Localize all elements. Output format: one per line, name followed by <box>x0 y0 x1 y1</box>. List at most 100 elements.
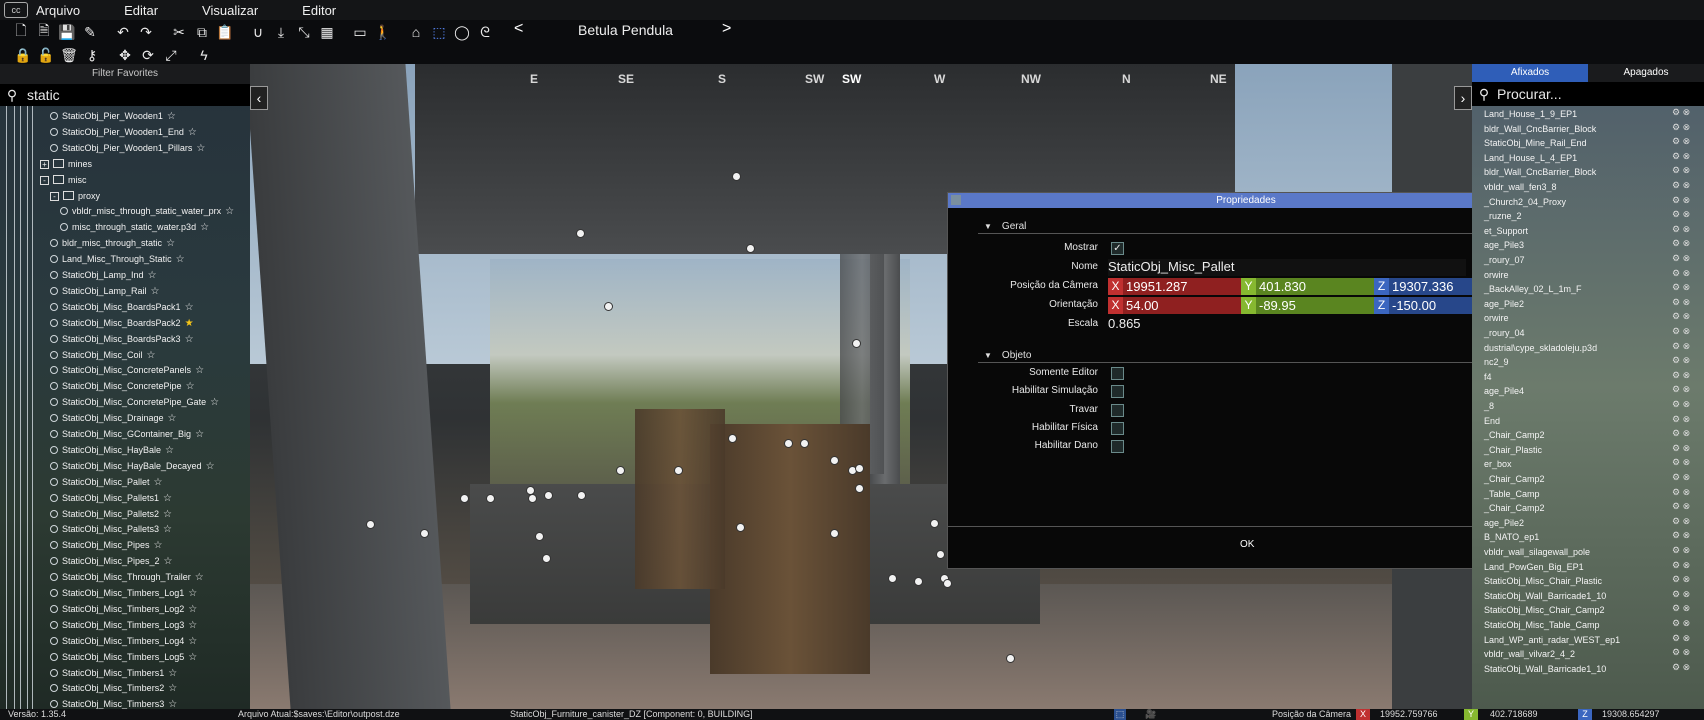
star-icon[interactable]: ☆ <box>163 524 172 535</box>
tree-item[interactable]: StaticObj_Misc_Pallets2 ☆ <box>50 506 172 522</box>
star-icon[interactable]: ☆ <box>168 699 177 709</box>
item-actions-icon[interactable]: ⚙ ⊗ <box>1672 151 1690 166</box>
key-icon[interactable]: ⚷ <box>81 44 103 66</box>
item-actions-icon[interactable]: ⚙ ⊗ <box>1672 428 1690 443</box>
tree-item[interactable]: bldr_misc_through_static ☆ <box>50 235 175 251</box>
item-actions-icon[interactable]: ⚙ ⊗ <box>1672 195 1690 210</box>
star-icon[interactable]: ☆ <box>195 572 204 583</box>
star-icon[interactable]: ☆ <box>188 127 197 138</box>
item-actions-icon[interactable]: ⚙ ⊗ <box>1672 487 1690 502</box>
star-icon[interactable]: ☆ <box>168 668 177 679</box>
item-actions-icon[interactable]: ⚙ ⊗ <box>1672 224 1690 239</box>
object-marker[interactable] <box>830 456 839 465</box>
expand-icon[interactable]: + <box>40 159 49 169</box>
pinned-item[interactable]: et_Support <box>1484 224 1528 239</box>
tree-item[interactable]: StaticObj_Misc_GContainer_Big ☆ <box>50 426 204 442</box>
tree-item[interactable]: StaticObj_Lamp_Ind ☆ <box>50 267 157 283</box>
magnet-icon[interactable]: ∪ <box>247 21 269 43</box>
object-marker[interactable] <box>616 466 625 475</box>
pinned-item[interactable]: _Chair_Camp2 <box>1484 428 1545 443</box>
home-icon[interactable]: ⌂ <box>405 21 427 43</box>
object-marker[interactable] <box>604 302 613 311</box>
tree-item[interactable]: StaticObj_Misc_Through_Trailer ☆ <box>50 569 204 585</box>
item-actions-icon[interactable]: ⚙ ⊗ <box>1672 165 1690 180</box>
object-marker[interactable] <box>577 491 586 500</box>
pinned-item[interactable]: _Church2_04_Proxy <box>1484 195 1566 210</box>
tree-item[interactable]: - proxy <box>50 188 100 204</box>
star-icon[interactable]: ☆ <box>147 350 156 361</box>
habilitar-fisica-checkbox[interactable] <box>1111 422 1124 435</box>
pinned-item[interactable]: age_Pile2 <box>1484 297 1524 312</box>
section-geral[interactable]: ▼ Geral <box>984 221 1026 232</box>
pos-x-input[interactable]: 19951.287 <box>1123 278 1187 295</box>
item-actions-icon[interactable]: ⚙ ⊗ <box>1672 238 1690 253</box>
tree-item[interactable]: StaticObj_Misc_Timbers_Log1 ☆ <box>50 585 197 601</box>
tree-item[interactable]: - misc <box>40 172 87 188</box>
tree-item[interactable]: StaticObj_Misc_Pipes_2 ☆ <box>50 553 173 569</box>
pinned-item[interactable]: vbldr_wall_vilvar2_4_2 <box>1484 647 1575 662</box>
menu-editor[interactable]: Editor <box>302 3 336 18</box>
pinned-item[interactable]: _Chair_Plastic <box>1484 443 1542 458</box>
box-select-icon[interactable]: ⬚ <box>1114 709 1126 720</box>
object-marker[interactable] <box>936 550 945 559</box>
collapse-icon[interactable]: ⤡ <box>293 21 315 43</box>
item-actions-icon[interactable]: ⚙ ⊗ <box>1672 443 1690 458</box>
object-marker[interactable] <box>800 439 809 448</box>
ori-x-input[interactable]: 54.00 <box>1123 297 1159 314</box>
habilitar-dano-checkbox[interactable] <box>1111 440 1124 453</box>
copy-icon[interactable]: ⧉ <box>191 21 213 43</box>
star-icon[interactable]: ☆ <box>200 222 209 233</box>
item-actions-icon[interactable]: ⚙ ⊗ <box>1672 297 1690 312</box>
pinned-item[interactable]: StaticObj_Mine_Rail_End <box>1484 136 1587 151</box>
pinned-item[interactable]: StaticObj_Misc_Chair_Camp2 <box>1484 603 1605 618</box>
object-marker[interactable] <box>544 491 553 500</box>
tree-item[interactable]: StaticObj_Pier_Wooden1 ☆ <box>50 108 176 124</box>
star-icon[interactable]: ☆ <box>163 493 172 504</box>
pinned-item[interactable]: age_Pile3 <box>1484 238 1524 253</box>
paste-icon[interactable]: 📋 <box>214 21 236 43</box>
pinned-item[interactable]: StaticObj_Misc_Table_Camp <box>1484 618 1600 633</box>
tree-item[interactable]: StaticObj_Misc_HayBale ☆ <box>50 442 174 458</box>
item-actions-icon[interactable]: ⚙ ⊗ <box>1672 180 1690 195</box>
pinned-item[interactable]: _Chair_Camp2 <box>1484 501 1545 516</box>
collapse-icon[interactable]: - <box>40 175 49 185</box>
pinned-item[interactable]: StaticObj_Wall_Barricade1_10 <box>1484 589 1606 604</box>
scale-icon[interactable]: ⤢ <box>160 44 182 66</box>
pinned-item[interactable]: nc2_9 <box>1484 355 1509 370</box>
menu-visualizar[interactable]: Visualizar <box>202 3 258 18</box>
item-actions-icon[interactable]: ⚙ ⊗ <box>1672 618 1690 633</box>
tree-item[interactable]: StaticObj_Misc_Timbers_Log3 ☆ <box>50 617 197 633</box>
pinned-item[interactable]: Land_PowGen_Big_EP1 <box>1484 560 1584 575</box>
tree-item[interactable]: StaticObj_Lamp_Rail ☆ <box>50 283 160 299</box>
star-icon[interactable]: ☆ <box>166 238 175 249</box>
star-icon[interactable]: ☆ <box>165 445 174 456</box>
pinned-item[interactable]: _roury_04 <box>1484 326 1525 341</box>
object-marker[interactable] <box>830 529 839 538</box>
grid-icon[interactable]: ▦ <box>316 21 338 43</box>
unlock-icon[interactable]: 🔓 <box>35 44 57 66</box>
item-actions-icon[interactable]: ⚙ ⊗ <box>1672 603 1690 618</box>
item-actions-icon[interactable]: ⚙ ⊗ <box>1672 414 1690 429</box>
dialog-title-bar[interactable]: Propriedades x <box>948 193 1544 208</box>
redo-icon[interactable]: ↷ <box>135 21 157 43</box>
filter-favorites-header[interactable]: Filter Favorites <box>0 64 250 84</box>
object-marker[interactable] <box>728 434 737 443</box>
object-marker[interactable] <box>930 519 939 528</box>
tab-apagados[interactable]: Apagados <box>1588 64 1704 82</box>
tree-item[interactable]: + mines <box>40 156 92 172</box>
tree-item[interactable]: StaticObj_Pier_Wooden1_End ☆ <box>50 124 197 140</box>
item-actions-icon[interactable]: ⚙ ⊗ <box>1672 516 1690 531</box>
save-icon[interactable]: 💾 <box>56 21 78 43</box>
viewport-right-arrow[interactable]: › <box>1454 86 1472 110</box>
item-actions-icon[interactable]: ⚙ ⊗ <box>1672 341 1690 356</box>
object-marker[interactable] <box>542 554 551 563</box>
section-objeto[interactable]: ▼ Objeto <box>984 350 1031 361</box>
pinned-item[interactable]: _BackAlley_02_L_1m_F <box>1484 282 1582 297</box>
tree-item[interactable]: StaticObj_Misc_BoardsPack1 ☆ <box>50 299 194 315</box>
lasso-select-icon[interactable]: ᘓ <box>474 21 496 43</box>
item-actions-icon[interactable]: ⚙ ⊗ <box>1672 662 1690 677</box>
object-marker[interactable] <box>746 244 755 253</box>
item-actions-icon[interactable]: ⚙ ⊗ <box>1672 326 1690 341</box>
item-actions-icon[interactable]: ⚙ ⊗ <box>1672 209 1690 224</box>
item-actions-icon[interactable]: ⚙ ⊗ <box>1672 384 1690 399</box>
